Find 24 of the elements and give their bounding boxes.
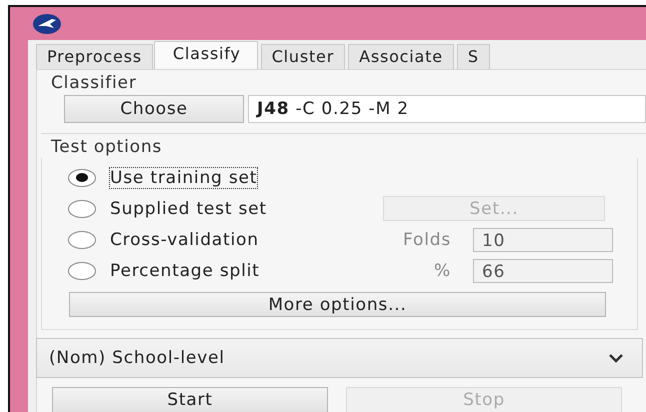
tab[interactable]: S: [456, 44, 490, 69]
field-label: Folds: [402, 230, 452, 250]
tab[interactable]: Associate: [348, 44, 454, 69]
chevron-down-icon: [608, 353, 624, 363]
option-label[interactable]: Use training set: [109, 166, 258, 188]
option-label[interactable]: Cross-validation: [109, 228, 351, 250]
more-options-button[interactable]: More options...: [69, 292, 606, 317]
option-label[interactable]: Percentage split: [109, 260, 351, 282]
group-label: Test options: [50, 136, 164, 158]
option-label[interactable]: Supplied test set: [109, 198, 351, 220]
radio-button[interactable]: [68, 168, 96, 186]
field-label: %: [433, 260, 452, 280]
group-label: Classifier: [50, 72, 138, 94]
classifier-field[interactable]: J48 -C 0.25 -M 2: [248, 95, 646, 123]
class-dropdown[interactable]: (Nom) School-level: [36, 338, 643, 378]
tab[interactable]: Preprocess: [36, 44, 153, 69]
radio-button[interactable]: [68, 200, 96, 218]
tab[interactable]: Cluster: [260, 44, 346, 69]
tab[interactable]: Classify: [154, 41, 258, 69]
radio-button[interactable]: [68, 230, 96, 248]
start-button[interactable]: Start: [52, 387, 328, 412]
bird-icon: [32, 12, 62, 34]
choose-button[interactable]: Choose: [64, 95, 244, 123]
radio-button[interactable]: [68, 262, 96, 280]
